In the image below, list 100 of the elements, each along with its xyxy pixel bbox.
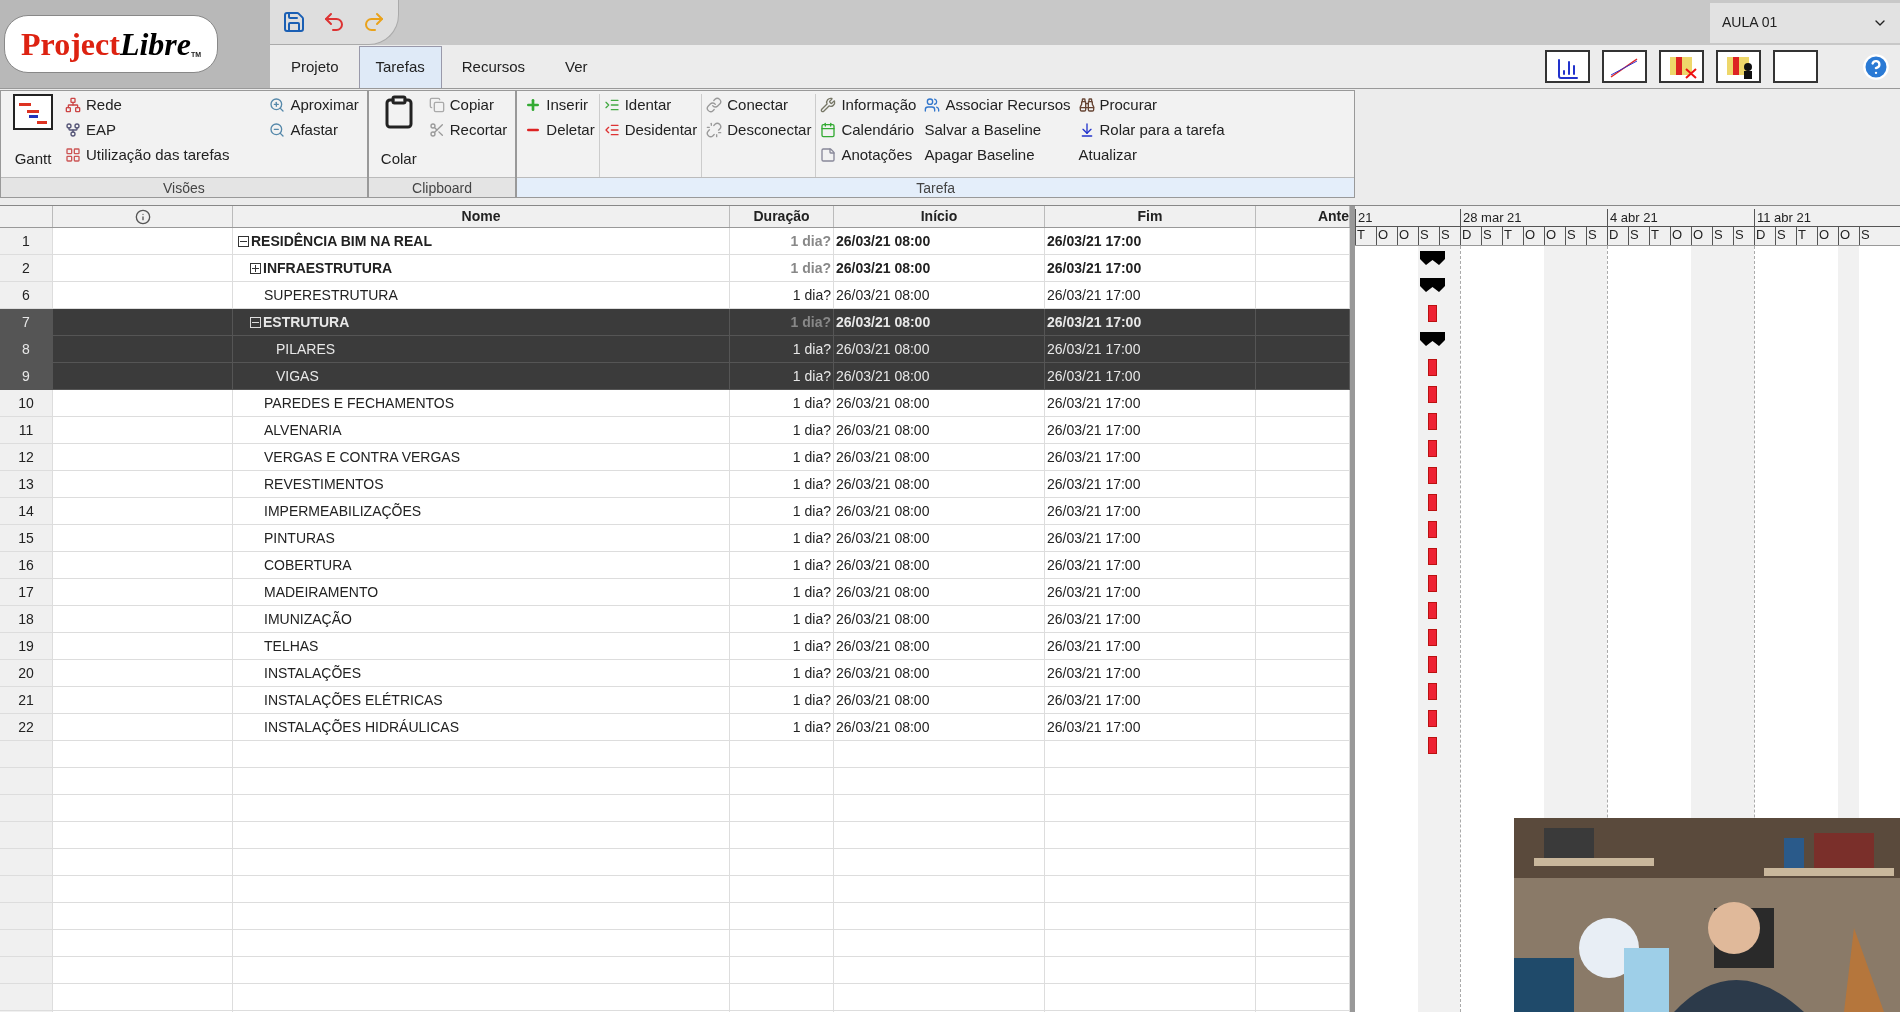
day-label: T <box>1502 227 1523 245</box>
task-bar[interactable] <box>1428 494 1437 511</box>
task-bar[interactable] <box>1428 386 1437 403</box>
task-row[interactable]: 11 ALVENARIA 1 dia? 26/03/21 08:00 26/03/21 17:00 <box>0 417 1350 444</box>
duration-cell-text: 1 dia? <box>792 663 831 683</box>
resource-usage-button[interactable] <box>1716 50 1761 83</box>
task-name: TELHAS <box>264 636 319 656</box>
ribbon-button[interactable]: Associar Recursos <box>924 94 1071 116</box>
ribbon-button[interactable]: Rolar para a tarefa <box>1078 119 1225 141</box>
ribbon-button[interactable]: Conectar <box>706 94 812 116</box>
task-row[interactable]: 15 PINTURAS 1 dia? 26/03/21 08:00 26/03/21 17:00 <box>0 525 1350 552</box>
blank-view-button[interactable] <box>1773 50 1818 83</box>
task-row[interactable]: 2 INFRAESTRUTURA 1 dia? 26/03/21 08:00 26/03/21 17:00 <box>0 255 1350 282</box>
task-bar[interactable] <box>1428 467 1437 484</box>
task-bar[interactable] <box>1428 440 1437 457</box>
task-bar[interactable] <box>1428 548 1437 565</box>
ribbon-button[interactable]: Recortar <box>428 119 508 141</box>
task-row[interactable]: 1 RESIDÊNCIA BIM NA REAL 1 dia? 26/03/21 08:00 26/03/21 17:00 <box>0 228 1350 255</box>
remove-resource-button[interactable] <box>1659 50 1704 83</box>
task-row[interactable]: 9 VIGAS 1 dia? 26/03/21 08:00 26/03/21 17:00 <box>0 363 1350 390</box>
task-bar[interactable] <box>1428 683 1437 700</box>
redo-icon[interactable] <box>362 10 386 34</box>
ribbon-button[interactable]: Copiar <box>428 94 508 116</box>
ribbon-button[interactable]: Informação <box>820 94 917 116</box>
ribbon-button[interactable]: Atualizar <box>1078 144 1225 166</box>
task-bar[interactable] <box>1428 305 1437 322</box>
ribbon-button[interactable]: Apagar Baseline <box>924 144 1071 166</box>
ribbon-button[interactable]: Desidentar <box>603 119 698 141</box>
ribbon-button[interactable]: Rede <box>65 94 230 116</box>
ribbon-button[interactable]: Salvar a Baseline <box>924 119 1071 141</box>
task-row[interactable]: 6 SUPERESTRUTURA 1 dia? 26/03/21 08:00 26/03/21 17:00 <box>0 282 1350 309</box>
task-row[interactable]: 20 INSTALAÇÕES 1 dia? 26/03/21 08:00 26/03/21 17:00 <box>0 660 1350 687</box>
column-header[interactable]: Início <box>834 206 1045 227</box>
task-row[interactable]: 18 IMUNIZAÇÃO 1 dia? 26/03/21 08:00 26/03/21 17:00 <box>0 606 1350 633</box>
expand-icon[interactable] <box>250 262 261 274</box>
duration-cell-text: 1 dia? <box>792 501 831 521</box>
task-bar[interactable] <box>1428 656 1437 673</box>
ribbon-button[interactable]: Inserir <box>525 94 595 116</box>
ribbon-button[interactable]: Procurar <box>1078 94 1225 116</box>
ribbon-tab[interactable]: Projeto <box>271 46 359 88</box>
task-bar[interactable] <box>1428 359 1437 376</box>
end-cell-text: 26/03/21 17:00 <box>1047 339 1141 359</box>
ribbon-tab[interactable]: Tarefas <box>358 46 442 88</box>
ribbon-button[interactable]: Anotações <box>820 144 917 166</box>
resource-histogram-button[interactable] <box>1545 50 1590 83</box>
row-header <box>0 741 53 768</box>
ribbon-tab[interactable]: Recursos <box>441 46 546 88</box>
summary-bar[interactable] <box>1420 278 1445 292</box>
ribbon-button[interactable]: Colar <box>376 94 421 170</box>
ribbon-button[interactable]: Calendário <box>820 119 917 141</box>
ribbon-tab[interactable]: Ver <box>545 46 608 88</box>
ribbon-button[interactable]: Desconectar <box>706 119 812 141</box>
task-row[interactable]: 12 VERGAS E CONTRA VERGAS 1 dia? 26/03/21 08:00 26/03/21 17:00 <box>0 444 1350 471</box>
task-row[interactable]: 14 IMPERMEABILIZAÇÕES 1 dia? 26/03/21 08:00 26/03/21 17:00 <box>0 498 1350 525</box>
task-bar[interactable] <box>1428 629 1437 646</box>
task-row[interactable]: 19 TELHAS 1 dia? 26/03/21 08:00 26/03/21 17:00 <box>0 633 1350 660</box>
start-cell-text: 26/03/21 08:00 <box>836 636 930 656</box>
undo-icon[interactable] <box>322 10 346 34</box>
summary-bar[interactable] <box>1420 332 1445 346</box>
ribbon-button[interactable]: Aproximar <box>269 94 359 116</box>
summary-bar[interactable] <box>1420 251 1445 265</box>
row-number: 17 <box>18 582 34 602</box>
task-bar[interactable] <box>1428 602 1437 619</box>
task-row[interactable]: 8 PILARES 1 dia? 26/03/21 08:00 26/03/21 17:00 <box>0 336 1350 363</box>
task-row[interactable]: 13 REVESTIMENTOS 1 dia? 26/03/21 08:00 26/03/21 17:00 <box>0 471 1350 498</box>
day-label: O <box>1376 227 1397 245</box>
task-name: INSTALAÇÕES ELÉTRICAS <box>264 690 443 710</box>
task-row[interactable]: 16 COBERTURA 1 dia? 26/03/21 08:00 26/03/21 17:00 <box>0 552 1350 579</box>
row-number: 15 <box>18 528 34 548</box>
duration-cell-text: 1 dia? <box>792 474 831 494</box>
column-header[interactable]: Nome <box>233 206 730 227</box>
task-bar[interactable] <box>1428 710 1437 727</box>
collapse-icon[interactable] <box>238 235 249 247</box>
task-bar[interactable] <box>1428 575 1437 592</box>
project-dropdown[interactable]: AULA 01 <box>1710 2 1900 43</box>
ribbon-button[interactable]: Afastar <box>269 119 359 141</box>
resource-graph-button[interactable] <box>1602 50 1647 83</box>
task-row[interactable]: 7 ESTRUTURA 1 dia? 26/03/21 08:00 26/03/21 17:00 <box>0 309 1350 336</box>
task-row[interactable]: 22 INSTALAÇÕES HIDRÁULICAS 1 dia? 26/03/21 08:00 26/03/21 17:00 <box>0 714 1350 741</box>
task-bar[interactable] <box>1428 413 1437 430</box>
task-bar[interactable] <box>1428 737 1437 754</box>
ribbon-button[interactable]: Gantt <box>9 94 57 170</box>
save-icon[interactable] <box>282 10 306 34</box>
task-name: VERGAS E CONTRA VERGAS <box>264 447 461 467</box>
ribbon-button[interactable]: Utilização das tarefas <box>65 144 230 166</box>
task-row[interactable]: 21 INSTALAÇÕES ELÉTRICAS 1 dia? 26/03/21 08:00 26/03/21 17:00 <box>0 687 1350 714</box>
ribbon-button[interactable]: Identar <box>603 94 698 116</box>
ribbon-button[interactable]: EAP <box>65 119 230 141</box>
help-icon[interactable] <box>1862 52 1890 81</box>
column-header[interactable]: Duração <box>730 206 834 227</box>
column-header[interactable]: Fim <box>1045 206 1256 227</box>
unlink-icon <box>706 122 723 138</box>
task-bar[interactable] <box>1428 521 1437 538</box>
end-cell-text: 26/03/21 17:00 <box>1047 717 1141 737</box>
duration-cell-text: 1 dia? <box>792 528 831 548</box>
task-row[interactable]: 10 PAREDES E FECHAMENTOS 1 dia? 26/03/21 08:00 26/03/21 17:00 <box>0 390 1350 417</box>
task-row[interactable]: 17 MADEIRAMENTO 1 dia? 26/03/21 08:00 26/03/21 17:00 <box>0 579 1350 606</box>
day-label: D <box>1754 227 1775 245</box>
ribbon-button[interactable]: Deletar <box>525 119 595 141</box>
day-label: T <box>1796 227 1817 245</box>
